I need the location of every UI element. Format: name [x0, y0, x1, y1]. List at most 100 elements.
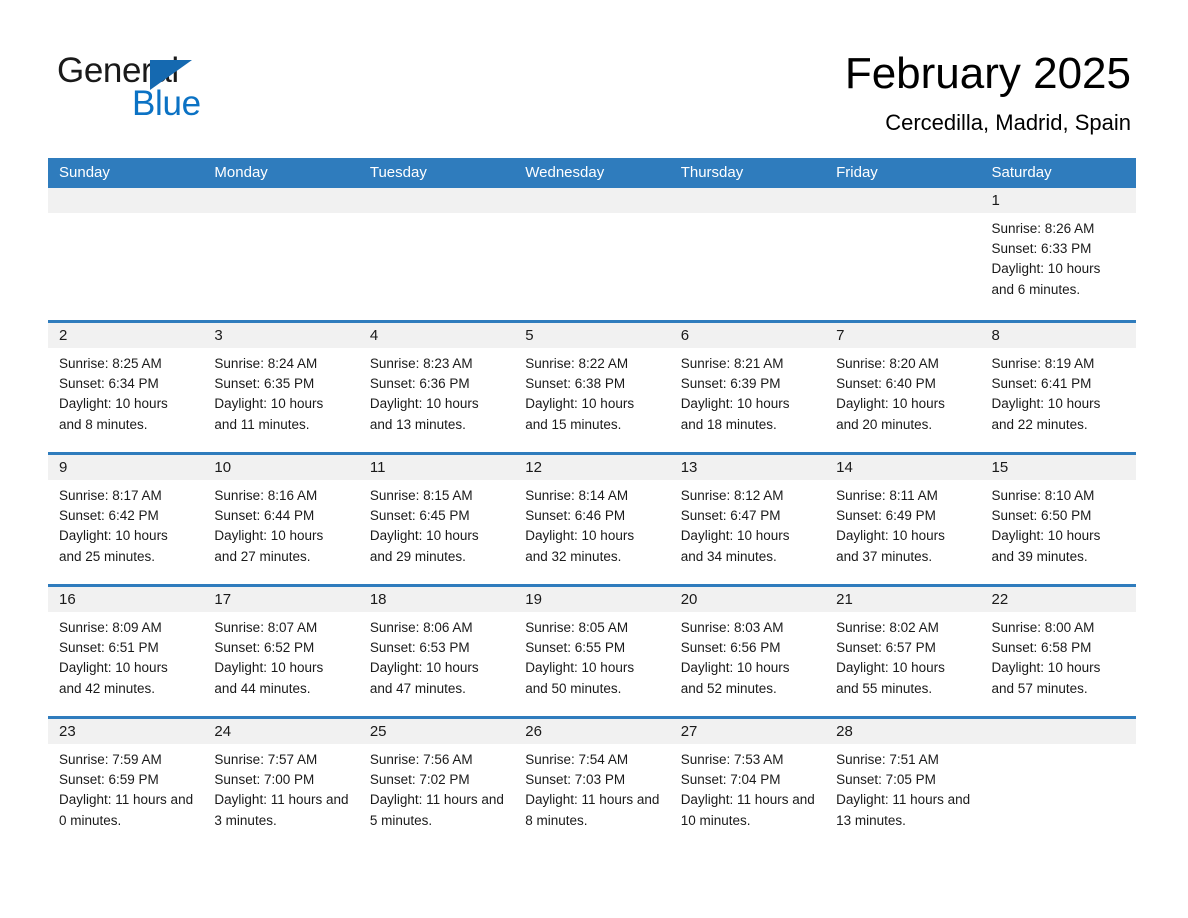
sunrise-text: Sunrise: 8:23 AM	[369, 356, 473, 371]
page-title: February 2025	[844, 49, 1131, 98]
sunset-text: Sunset: 6:42 PM	[59, 508, 159, 524]
daylight-text: Daylight: 10 hours and 39 minutes.	[991, 528, 1101, 564]
day-cell[interactable]: 22 Sunrise: 8:00 AM Sunset: 6:58 PM Dayligh…	[980, 587, 1136, 716]
day-details: Sunrise: 7:59 AM Sunset: 6:59 PM Daylight:…	[48, 744, 203, 831]
sunrise-text: Sunrise: 8:02 AM	[836, 620, 939, 635]
sunset-text: Sunset: 6:51 PM	[59, 640, 159, 656]
day-cell[interactable]: 28 Sunrise: 7:51 AM Sunset: 7:05 PM Dayligh…	[825, 719, 981, 848]
day-cell[interactable]: 26 Sunrise: 7:54 AM Sunset: 7:03 PM Dayligh…	[514, 719, 670, 848]
brand-name-blue: Blue	[132, 84, 201, 123]
sunrise-text: Sunrise: 8:10 AM	[991, 488, 1095, 503]
sunset-text: Sunset: 6:38 PM	[525, 376, 626, 392]
day-cell[interactable]: 2 Sunrise: 8:25 AM Sunset: 6:34 PM Daylight…	[48, 323, 204, 452]
day-details: Sunrise: 8:23 AM Sunset: 6:36 PM Daylight:…	[359, 348, 514, 435]
day-cell[interactable]: 4 Sunrise: 8:23 AM Sunset: 6:36 PM Daylight…	[358, 323, 515, 452]
daylight-text: Daylight: 10 hours and 6 minutes.	[991, 261, 1101, 297]
sunset-text: Sunset: 6:56 PM	[680, 640, 781, 656]
day-cell[interactable]: 27 Sunrise: 7:53 AM Sunset: 7:04 PM Dayligh…	[669, 719, 826, 848]
day-number	[48, 188, 204, 213]
day-cell[interactable]: 5 Sunrise: 8:22 AM Sunset: 6:38 PM Daylight…	[514, 323, 670, 452]
daylight-text: Daylight: 10 hours and 32 minutes.	[525, 528, 635, 564]
day-number: 23	[48, 719, 204, 744]
daylight-text: Daylight: 10 hours and 18 minutes.	[680, 396, 790, 432]
daylight-text: Daylight: 10 hours and 57 minutes.	[991, 660, 1101, 696]
day-number: 7	[825, 323, 981, 348]
day-number: 6	[669, 323, 826, 348]
day-cell[interactable]: 10 Sunrise: 8:16 AM Sunset: 6:44 PM Dayligh…	[203, 455, 359, 584]
day-details: Sunrise: 8:22 AM Sunset: 6:38 PM Daylight:…	[514, 348, 669, 435]
day-details: Sunrise: 8:12 AM Sunset: 6:47 PM Daylight:…	[670, 480, 825, 567]
day-number	[825, 188, 981, 213]
page-header: General Blue February 2025 Cercedilla, M…	[0, 0, 1188, 158]
daylight-text: Daylight: 10 hours and 15 minutes.	[525, 396, 635, 432]
day-cell[interactable]: 8 Sunrise: 8:19 AM Sunset: 6:41 PM Daylight…	[980, 323, 1136, 452]
day-cell[interactable]: 12 Sunrise: 8:14 AM Sunset: 6:46 PM Dayligh…	[514, 455, 670, 584]
sunset-text: Sunset: 7:03 PM	[525, 772, 626, 788]
day-cell[interactable]: 9 Sunrise: 8:17 AM Sunset: 6:42 PM Daylight…	[48, 455, 204, 584]
day-cell[interactable]: 21 Sunrise: 8:02 AM Sunset: 6:57 PM Dayligh…	[825, 587, 981, 716]
day-number: 13	[669, 455, 826, 480]
day-details: Sunrise: 8:07 AM Sunset: 6:52 PM Daylight:…	[203, 612, 358, 699]
day-cell[interactable]: 13 Sunrise: 8:12 AM Sunset: 6:47 PM Dayligh…	[669, 455, 826, 584]
day-cell[interactable]: 14 Sunrise: 8:11 AM Sunset: 6:49 PM Dayligh…	[825, 455, 981, 584]
day-details: Sunrise: 8:19 AM Sunset: 6:41 PM Daylight:…	[981, 348, 1136, 435]
sunset-text: Sunset: 6:33 PM	[991, 241, 1092, 257]
day-cell-empty	[514, 188, 670, 320]
sunrise-text: Sunrise: 7:54 AM	[525, 752, 629, 767]
day-details: Sunrise: 7:56 AM Sunset: 7:02 PM Daylight:…	[359, 744, 514, 831]
sunrise-text: Sunrise: 7:56 AM	[369, 752, 473, 767]
sunset-text: Sunset: 6:52 PM	[214, 640, 315, 656]
day-details: Sunrise: 8:17 AM Sunset: 6:42 PM Daylight:…	[48, 480, 203, 567]
day-cell[interactable]: 6 Sunrise: 8:21 AM Sunset: 6:39 PM Daylight…	[669, 323, 826, 452]
day-number	[980, 719, 1136, 744]
sunset-text: Sunset: 6:57 PM	[836, 640, 936, 656]
day-cell[interactable]: 19 Sunrise: 8:05 AM Sunset: 6:55 PM Dayligh…	[514, 587, 670, 716]
day-number: 1	[980, 188, 1136, 213]
day-cell[interactable]: 3 Sunrise: 8:24 AM Sunset: 6:35 PM Daylight…	[203, 323, 359, 452]
day-cell[interactable]: 23 Sunrise: 7:59 AM Sunset: 6:59 PM Dayligh…	[48, 719, 204, 848]
sunrise-text: Sunrise: 7:57 AM	[214, 752, 318, 767]
day-number: 19	[514, 587, 670, 612]
weekday-header-row: Sunday Monday Tuesday Wednesday Thursday Frid…	[48, 158, 1136, 188]
day-details: Sunrise: 8:24 AM Sunset: 6:35 PM Daylight:…	[203, 348, 358, 435]
sunrise-text: Sunrise: 8:05 AM	[525, 620, 629, 635]
day-number: 14	[825, 455, 981, 480]
day-number: 10	[203, 455, 359, 480]
day-cell[interactable]: 7 Sunrise: 8:20 AM Sunset: 6:40 PM Daylight…	[825, 323, 981, 452]
day-details: Sunrise: 8:25 AM Sunset: 6:34 PM Daylight:…	[48, 348, 203, 435]
day-cell[interactable]: 24 Sunrise: 7:57 AM Sunset: 7:00 PM Dayligh…	[203, 719, 359, 848]
weekday-header-tuesday: Tuesday	[369, 164, 427, 181]
day-details: Sunrise: 8:11 AM Sunset: 6:49 PM Daylight:…	[825, 480, 980, 567]
daylight-text: Daylight: 10 hours and 42 minutes.	[59, 660, 168, 696]
sunset-text: Sunset: 6:58 PM	[991, 640, 1092, 656]
day-cell[interactable]: 16 Sunrise: 8:09 AM Sunset: 6:51 PM Dayligh…	[48, 587, 204, 716]
sunset-text: Sunset: 7:02 PM	[369, 772, 470, 788]
sunset-text: Sunset: 6:59 PM	[59, 772, 159, 788]
daylight-text: Daylight: 11 hours and 3 minutes.	[214, 792, 349, 828]
day-number: 25	[358, 719, 515, 744]
day-cell[interactable]: 18 Sunrise: 8:06 AM Sunset: 6:53 PM Dayligh…	[358, 587, 515, 716]
day-cell[interactable]: 25 Sunrise: 7:56 AM Sunset: 7:02 PM Dayligh…	[358, 719, 515, 848]
day-details: Sunrise: 8:06 AM Sunset: 6:53 PM Daylight:…	[359, 612, 514, 699]
day-cell[interactable]: 1 Sunrise: 8:26 AM Sunset: 6:33 PM Daylight…	[980, 188, 1136, 320]
day-cell[interactable]: 17 Sunrise: 8:07 AM Sunset: 6:52 PM Dayligh…	[203, 587, 359, 716]
daylight-text: Daylight: 10 hours and 22 minutes.	[991, 396, 1101, 432]
day-details: Sunrise: 8:09 AM Sunset: 6:51 PM Daylight:…	[48, 612, 203, 699]
sunrise-text: Sunrise: 8:12 AM	[680, 488, 784, 503]
calendar-week-row: 2 Sunrise: 8:25 AM Sunset: 6:34 PM Daylight…	[48, 320, 1136, 452]
day-details: Sunrise: 7:53 AM Sunset: 7:04 PM Daylight:…	[670, 744, 825, 831]
day-cell[interactable]: 11 Sunrise: 8:15 AM Sunset: 6:45 PM Dayligh…	[358, 455, 515, 584]
day-cell[interactable]: 15 Sunrise: 8:10 AM Sunset: 6:50 PM Dayligh…	[980, 455, 1136, 584]
day-details: Sunrise: 8:26 AM Sunset: 6:33 PM Daylight:…	[981, 213, 1136, 300]
generalblue-logo: General Blue	[57, 52, 357, 132]
sunrise-text: Sunrise: 8:14 AM	[525, 488, 629, 503]
day-details: Sunrise: 8:21 AM Sunset: 6:39 PM Daylight:…	[670, 348, 825, 435]
daylight-text: Daylight: 10 hours and 27 minutes.	[214, 528, 324, 564]
day-number: 28	[825, 719, 981, 744]
daylight-text: Daylight: 10 hours and 29 minutes.	[369, 528, 479, 564]
sunset-text: Sunset: 6:50 PM	[991, 508, 1092, 524]
sunrise-text: Sunrise: 8:21 AM	[680, 356, 784, 371]
day-details: Sunrise: 8:00 AM Sunset: 6:58 PM Daylight:…	[981, 612, 1136, 699]
day-cell[interactable]: 20 Sunrise: 8:03 AM Sunset: 6:56 PM Dayligh…	[669, 587, 826, 716]
sunset-text: Sunset: 7:05 PM	[836, 772, 936, 788]
